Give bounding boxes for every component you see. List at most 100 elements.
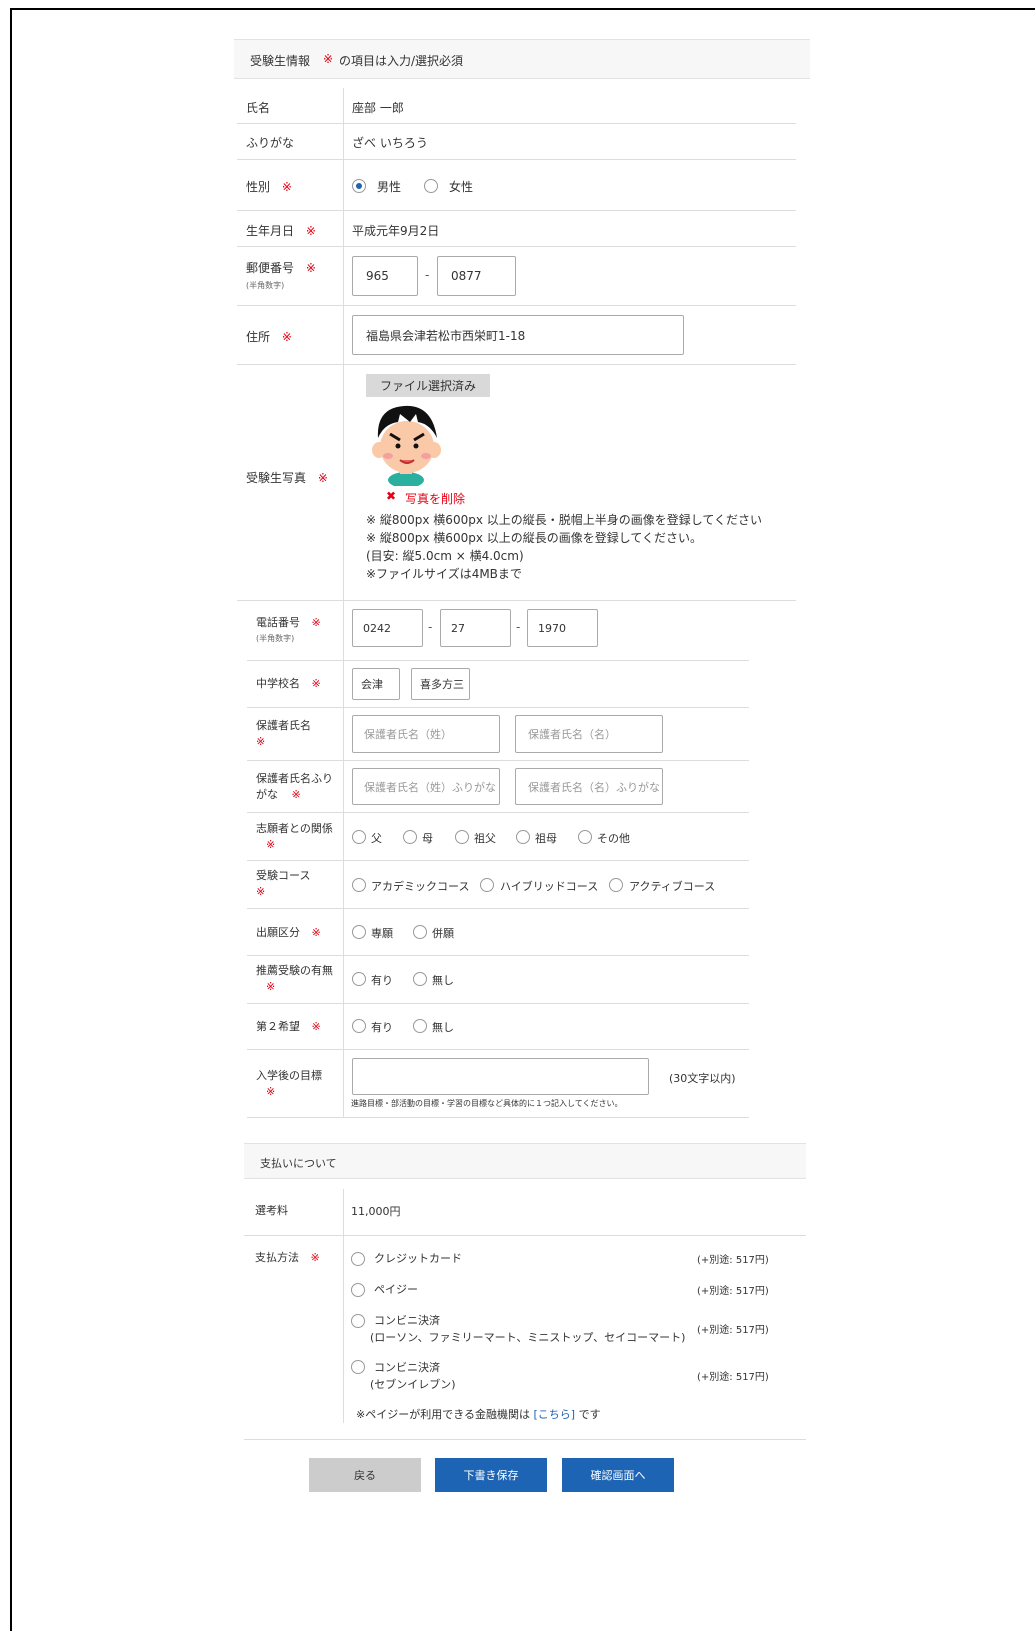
radio-relation-father[interactable] bbox=[352, 830, 366, 844]
column-divider bbox=[343, 88, 344, 600]
payeasy-note: ※ペイジーが利用できる金融機関は [こちら] です bbox=[356, 1408, 601, 1421]
required-mark: ※ bbox=[323, 52, 334, 66]
pay-conv2-extra: (+別途: 517円) bbox=[697, 1372, 769, 1383]
input-school-1[interactable]: 会津 bbox=[352, 668, 400, 700]
radio-label-second-no: 無し bbox=[432, 1021, 454, 1034]
label-course: 受験コース ※ bbox=[256, 869, 311, 898]
radio-pay-conv1[interactable] bbox=[351, 1314, 365, 1328]
radio-pay-credit[interactable] bbox=[351, 1252, 365, 1266]
radio-category-combined[interactable] bbox=[413, 925, 427, 939]
goal-limit: (30文字以内) bbox=[669, 1072, 736, 1085]
photo-note-3: (目安: 縦5.0cm × 横4.0cm) bbox=[366, 549, 524, 563]
pay-conv1-sub: (ローソン、ファミリーマート、ミニストップ、セイコーマート) bbox=[370, 1331, 686, 1344]
label-recommend: 推薦受験の有無 ※ bbox=[256, 964, 333, 993]
label-school: 中学校名 ※ bbox=[256, 677, 321, 690]
input-guardian-kana-first[interactable]: 保護者氏名（名）ふりがな bbox=[515, 768, 663, 805]
value-birthdate: 平成元年9月2日 bbox=[352, 224, 440, 238]
radio-label-recommend-no: 無し bbox=[432, 974, 454, 987]
radio-label-mother: 母 bbox=[422, 832, 433, 845]
phone-separator-2: - bbox=[516, 620, 521, 634]
label-photo: 受験生写真 ※ bbox=[246, 471, 328, 485]
back-button[interactable]: 戻る bbox=[309, 1458, 421, 1492]
input-phone-2[interactable]: 27 bbox=[440, 609, 511, 647]
label-gender: 性別 ※ bbox=[246, 180, 292, 194]
radio-recommend-yes[interactable] bbox=[352, 972, 366, 986]
pay-payeasy-label: ペイジー bbox=[374, 1283, 418, 1296]
input-postal-1[interactable]: 965 bbox=[352, 256, 418, 296]
input-phone-1[interactable]: 0242 bbox=[352, 609, 423, 647]
label-payment-method: 支払方法 ※ bbox=[255, 1251, 320, 1264]
radio-label-father: 父 bbox=[371, 832, 382, 845]
radio-label-female: 女性 bbox=[449, 180, 474, 194]
radio-label-male: 男性 bbox=[377, 180, 402, 194]
label-name: 氏名 bbox=[246, 101, 271, 115]
label-category: 出願区分 ※ bbox=[256, 926, 321, 939]
label-phone: 電話番号 ※ (半角数字) bbox=[256, 616, 321, 643]
radio-label-exclusive: 専願 bbox=[371, 927, 393, 940]
file-select-button[interactable]: ファイル選択済み bbox=[366, 374, 490, 397]
label-goal: 入学後の目標 ※ bbox=[256, 1069, 322, 1098]
label-address: 住所 ※ bbox=[246, 330, 292, 344]
section-header-payment: 支払いについて bbox=[244, 1143, 806, 1179]
radio-pay-payeasy[interactable] bbox=[351, 1283, 365, 1297]
column-divider-2 bbox=[343, 600, 344, 1118]
label-guardian-kana: 保護者氏名ふり がな ※ bbox=[256, 772, 333, 801]
radio-relation-grandmother[interactable] bbox=[516, 830, 530, 844]
photo-preview bbox=[372, 405, 441, 486]
payment-title: 支払いについて bbox=[260, 1157, 337, 1170]
radio-second-no[interactable] bbox=[413, 1019, 427, 1033]
label-furigana: ふりがな bbox=[246, 136, 295, 150]
section-header-applicant: 受験生情報 ※ の項目は入力/選択必須 bbox=[234, 39, 810, 79]
input-postal-2[interactable]: 0877 bbox=[437, 256, 516, 296]
input-guardian-last[interactable]: 保護者氏名（姓） bbox=[352, 715, 500, 753]
radio-relation-other[interactable] bbox=[578, 830, 592, 844]
photo-note-1: ※ 縦800px 横600px 以上の縦長・脱帽上半身の画像を登録してください bbox=[366, 513, 763, 527]
required-note: の項目は入力/選択必須 bbox=[339, 54, 464, 68]
label-postal: 郵便番号 ※ (半角数字) bbox=[246, 261, 316, 290]
payment-column-divider bbox=[343, 1189, 344, 1423]
input-goal[interactable] bbox=[352, 1058, 649, 1095]
radio-relation-grandfather[interactable] bbox=[455, 830, 469, 844]
radio-course-academic[interactable] bbox=[352, 878, 366, 892]
radio-relation-mother[interactable] bbox=[403, 830, 417, 844]
label-fee: 選考料 bbox=[255, 1204, 288, 1217]
input-address[interactable]: 福島県会津若松市西栄町1-18 bbox=[352, 315, 684, 355]
input-guardian-first[interactable]: 保護者氏名（名） bbox=[515, 715, 663, 753]
input-school-2[interactable]: 喜多方三 bbox=[411, 668, 470, 700]
radio-recommend-no[interactable] bbox=[413, 972, 427, 986]
radio-label-recommend-yes: 有り bbox=[371, 974, 393, 987]
radio-course-hybrid[interactable] bbox=[480, 878, 494, 892]
label-relation: 志願者との関係 ※ bbox=[256, 822, 333, 851]
radio-second-yes[interactable] bbox=[352, 1019, 366, 1033]
radio-course-active[interactable] bbox=[609, 878, 623, 892]
radio-category-exclusive[interactable] bbox=[352, 925, 366, 939]
payeasy-link[interactable]: [こちら] bbox=[534, 1408, 576, 1421]
radio-label-grandmother: 祖母 bbox=[535, 832, 557, 845]
label-birthdate: 生年月日 ※ bbox=[246, 224, 316, 238]
confirm-button[interactable]: 確認画面へ bbox=[562, 1458, 674, 1492]
pay-payeasy-extra: (+別途: 517円) bbox=[697, 1286, 769, 1297]
radio-label-active: アクティブコース bbox=[629, 880, 716, 893]
draft-save-button[interactable]: 下書き保存 bbox=[435, 1458, 547, 1492]
page-frame bbox=[10, 8, 1035, 1631]
radio-gender-female[interactable] bbox=[424, 179, 438, 193]
radio-label-combined: 併願 bbox=[432, 927, 454, 940]
radio-gender-male[interactable] bbox=[352, 179, 366, 193]
delete-photo-link[interactable]: 写真を削除 bbox=[405, 490, 465, 507]
radio-label-hybrid: ハイブリッドコース bbox=[500, 880, 599, 893]
photo-note-4: ※ファイルサイズは4MBまで bbox=[366, 567, 522, 581]
photo-note-2: ※ 縦800px 横600px 以上の縦長の画像を登録してください。 bbox=[366, 531, 703, 545]
radio-pay-conv2[interactable] bbox=[351, 1360, 365, 1374]
input-guardian-kana-last[interactable]: 保護者氏名（姓）ふりがな bbox=[352, 768, 500, 805]
value-fee: 11,000円 bbox=[351, 1205, 401, 1218]
section-title: 受験生情報 bbox=[250, 54, 311, 68]
pay-conv1-extra: (+別途: 517円) bbox=[697, 1325, 769, 1336]
pay-credit-label: クレジットカード bbox=[374, 1252, 462, 1265]
input-phone-3[interactable]: 1970 bbox=[527, 609, 598, 647]
postal-separator: - bbox=[425, 268, 430, 282]
delete-icon[interactable]: ✖ bbox=[386, 489, 396, 503]
radio-label-other: その他 bbox=[597, 832, 630, 845]
phone-separator-1: - bbox=[428, 620, 433, 634]
label-guardian-name: 保護者氏名 ※ bbox=[256, 719, 311, 748]
radio-label-second-yes: 有り bbox=[371, 1021, 393, 1034]
